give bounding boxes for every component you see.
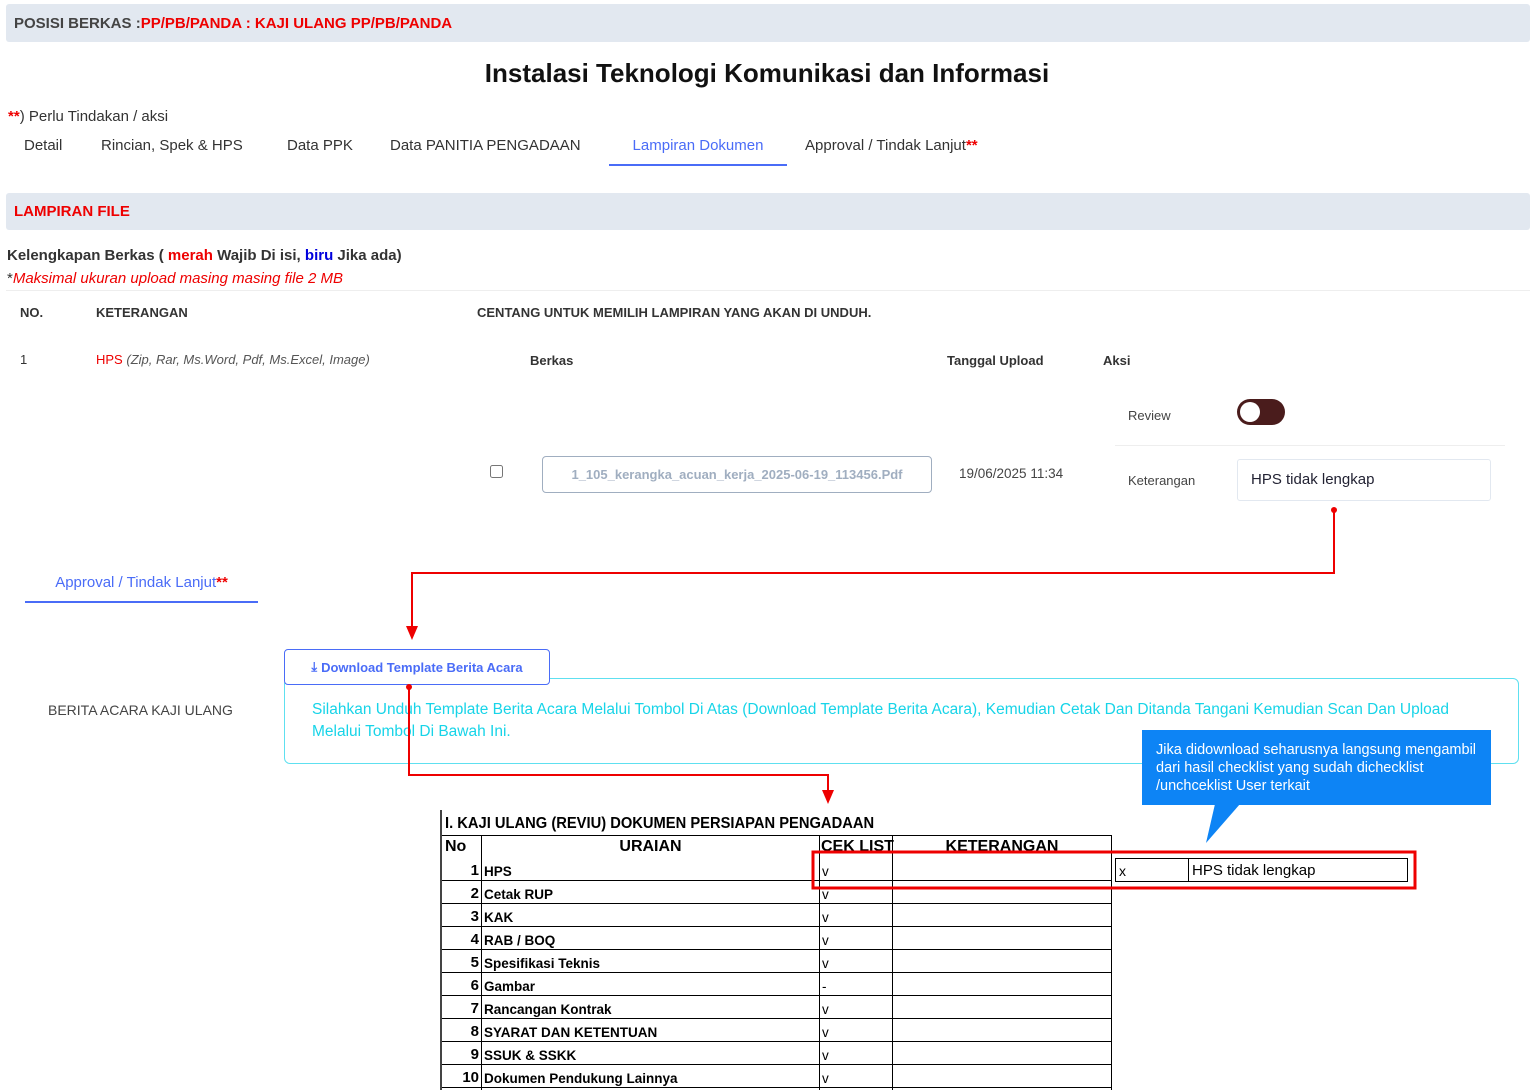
arrow-head (406, 626, 418, 640)
arrow-line (411, 510, 1335, 628)
callout-tail (1206, 804, 1240, 843)
arrow-head (822, 790, 834, 804)
highlight-box (811, 850, 1417, 890)
annotation-overlay (406, 507, 1417, 890)
arrow-line (408, 687, 829, 792)
